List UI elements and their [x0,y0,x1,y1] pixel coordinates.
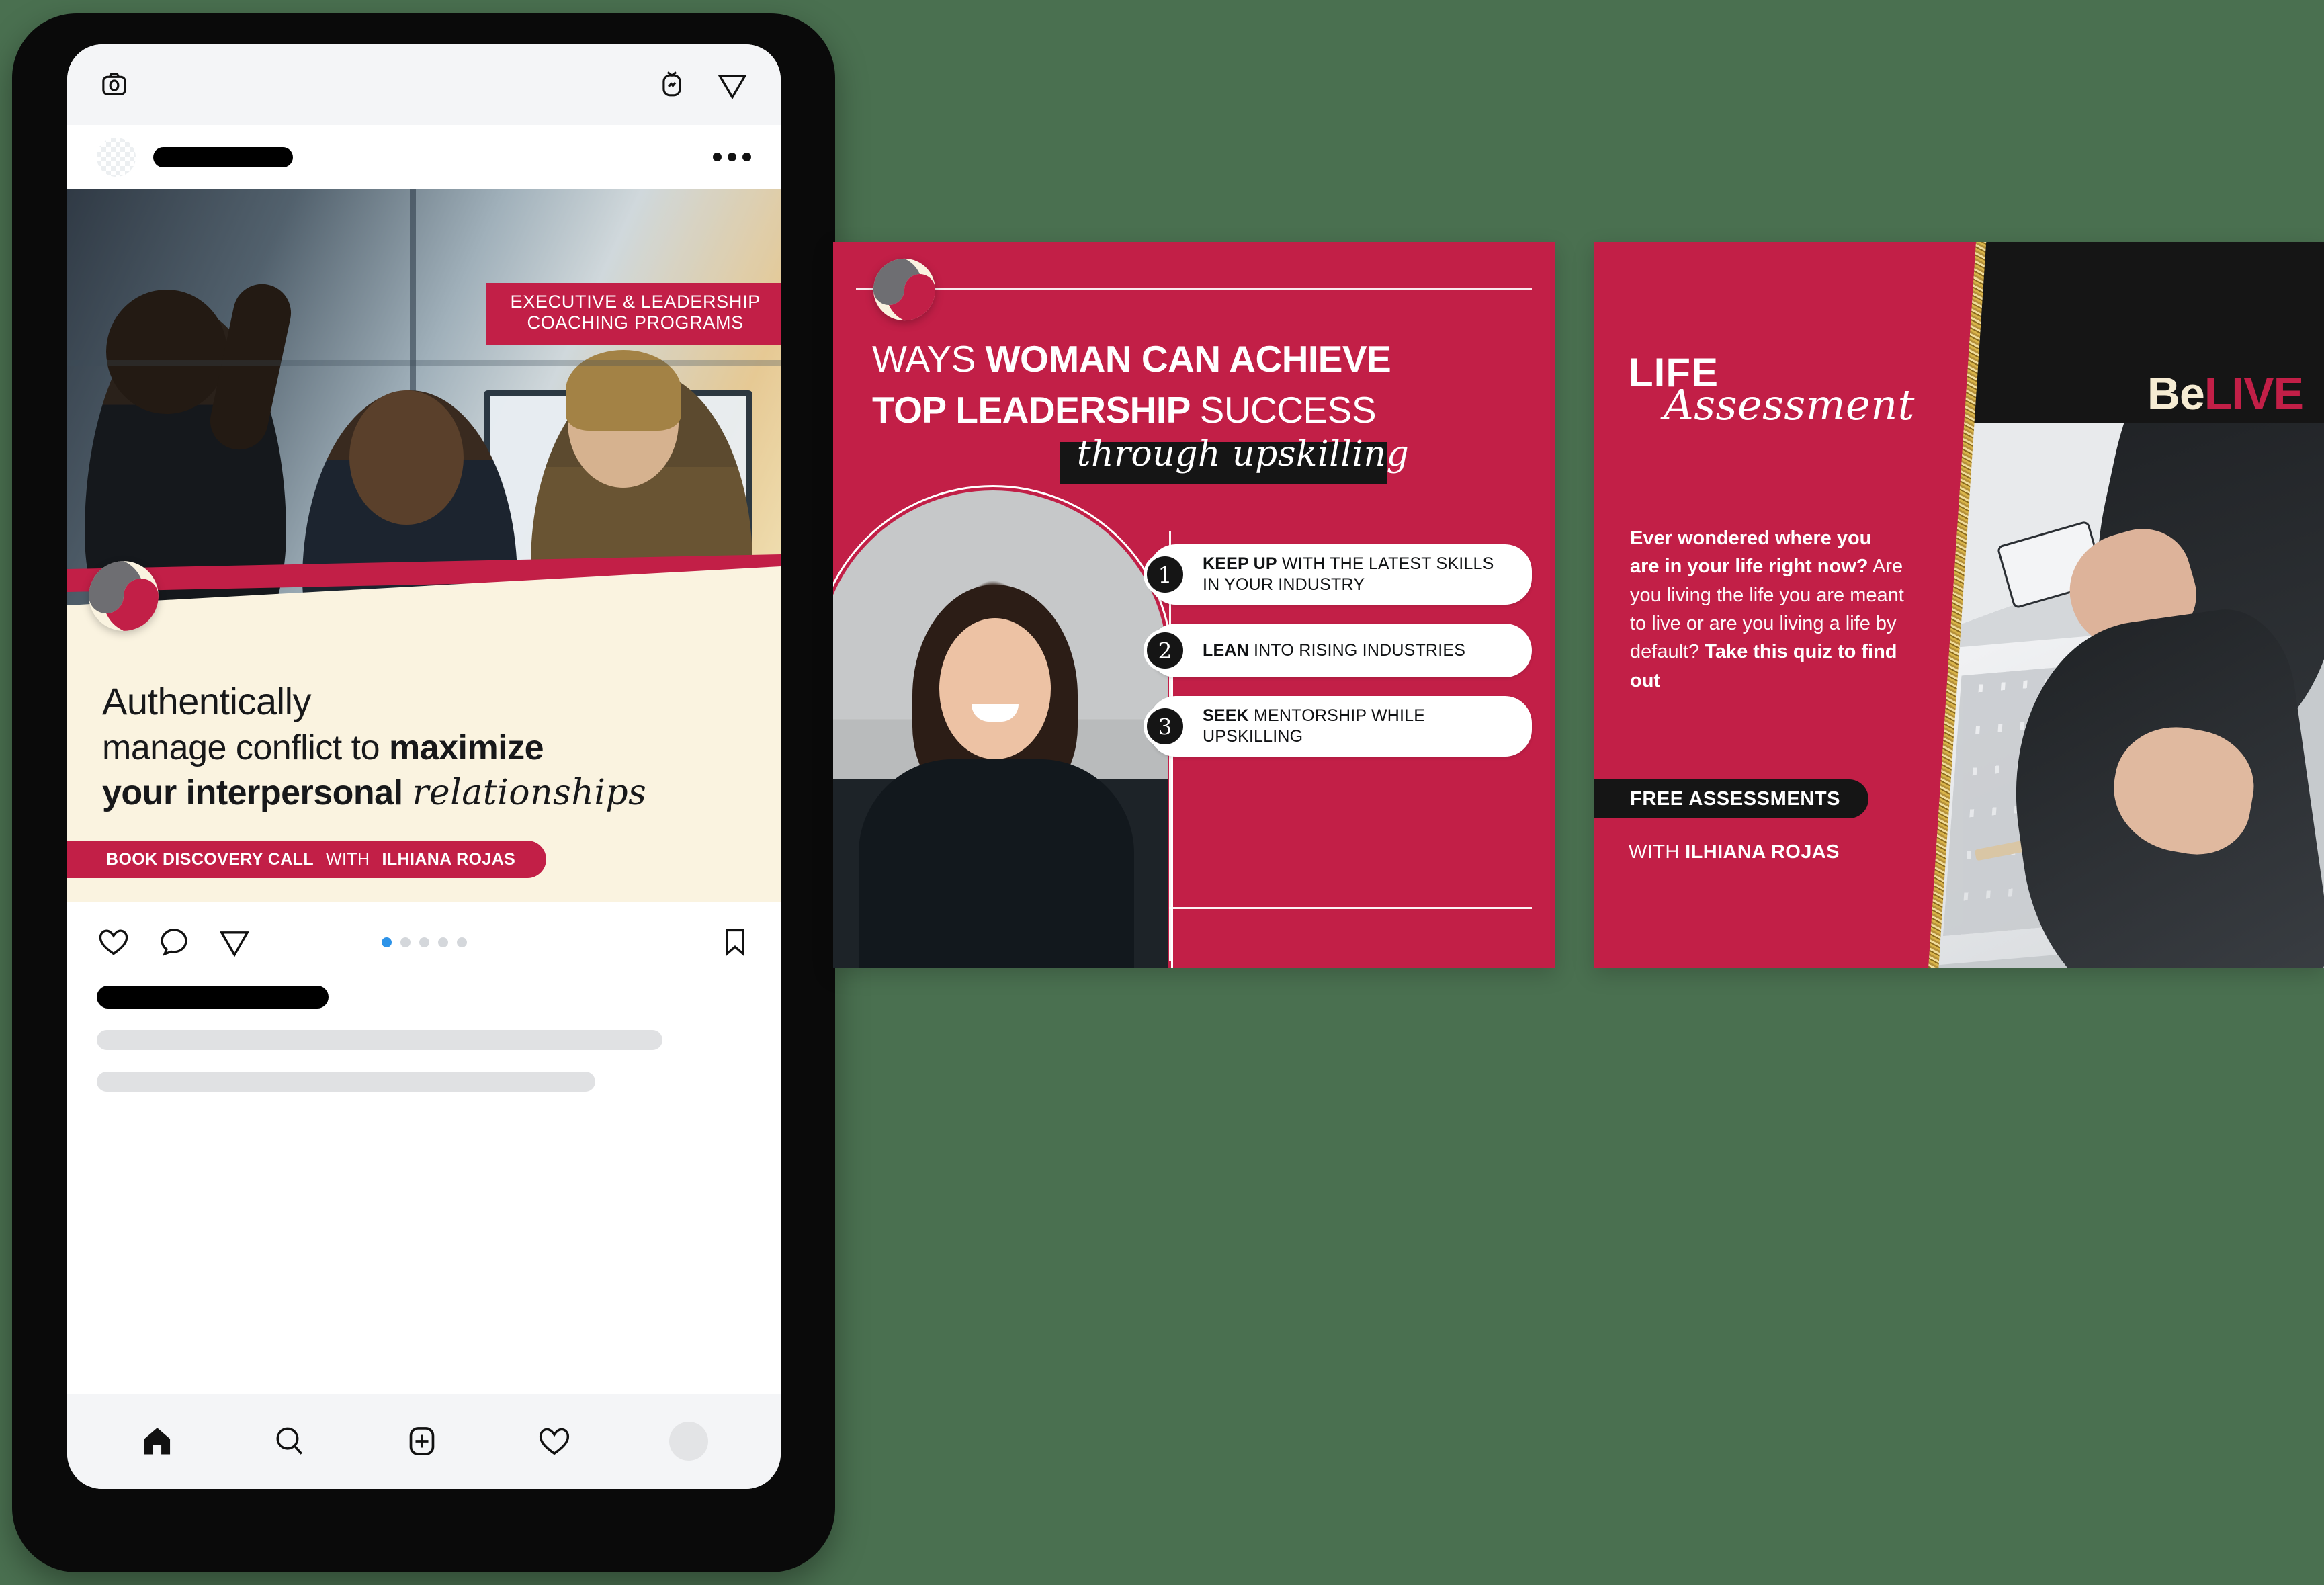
card-3-free-assessments-badge[interactable]: FREE ASSESSMENTS [1594,779,1869,818]
activity-heart-icon[interactable] [537,1424,572,1459]
more-options-icon[interactable] [713,153,751,161]
card-3-byline: WITH ILHIANA ROJAS [1629,841,1840,863]
creative-card-2: WAYS WOMAN CAN ACHIEVE TOP LEADERSHIP SU… [833,242,1555,968]
belive-wordmark-logo: BeLIVE [2147,368,2304,419]
phone-screen: EXECUTIVE & LEADERSHIP COACHING PROGRAMS… [67,44,781,1489]
list-item-number: 3 [1144,705,1187,748]
headline-line-3-script: relationships [412,773,647,814]
cta-coach-name: ILHIANA ROJAS [382,849,516,869]
caption-line-placeholder [97,1030,662,1050]
carousel-dot[interactable] [437,937,448,947]
person-head [349,390,464,525]
camera-icon[interactable] [99,70,129,99]
tag-line-2: COACHING PROGRAMS [527,312,744,333]
carousel-dot[interactable] [400,937,411,947]
body-bold-1: Ever wondered where you are in your life… [1630,527,1872,578]
headline-line-2-bold: maximize [388,728,544,767]
list-item-number: 1 [1144,553,1187,596]
headline-line-3-bold: your interpersonal [102,773,413,813]
headline-line-3: your interpersonal relationships [102,771,734,816]
list-item-bold: KEEP UP [1203,554,1277,573]
person-hair [566,350,681,431]
feed-spacer [67,1092,781,1394]
card-2-top-rule [856,288,1532,290]
heart-icon[interactable] [97,925,130,959]
title-plain: WAYS [872,338,986,380]
byline-name: ILHIANA ROJAS [1685,841,1840,863]
post-caption [67,982,781,1092]
card-3-body-text: Ever wondered where you are in your life… [1630,524,1905,695]
home-icon[interactable] [140,1424,175,1459]
caption-line-placeholder [97,1072,595,1092]
search-icon[interactable] [272,1424,307,1459]
card-2-title: WAYS WOMAN CAN ACHIEVE TOP LEADERSHIP SU… [872,336,1517,435]
list-item-rest: INTO RISING INDUSTRIES [1248,640,1466,660]
card-2-bottom-rule [1169,907,1532,909]
profile-avatar-icon[interactable] [669,1422,708,1461]
carousel-dot-active[interactable] [381,937,392,947]
list-item-text: SEEK MENTORSHIP WHILE UPSKILLING [1203,705,1513,747]
headline-line-2: manage conflict to maximize [102,726,734,771]
comment-icon[interactable] [157,925,191,959]
creative-card-1: EXECUTIVE & LEADERSHIP COACHING PROGRAMS… [67,189,781,902]
igtv-icon[interactable] [657,70,687,99]
title-bold: TOP LEADERSHIP [872,389,1200,431]
card-3-title-script: Assessment [1664,380,1916,429]
list-item[interactable]: 2 LEAN INTO RISING INDUSTRIES [1144,624,1532,677]
cta-label: BOOK DISCOVERY CALL [106,849,314,869]
headline-line-2-plain: manage conflict to [102,728,389,767]
creative-card-3: LIFE Assessment BeLIVE Ever wondered whe… [1594,242,2324,968]
bottom-navigation-bar [67,1394,781,1489]
title-bold: WOMAN CAN ACHIEVE [985,338,1391,380]
cta-with-label: WITH [326,849,370,869]
list-item[interactable]: 3 SEEK MENTORSHIP WHILE UPSKILLING [1144,696,1532,757]
card-1-headline: Authentically manage conflict to maximiz… [102,678,734,816]
card-2-title-line-1: WAYS WOMAN CAN ACHIEVE [872,336,1517,382]
post-action-bar [67,902,781,982]
caption-username-redacted [97,986,329,1009]
send-icon[interactable] [716,69,748,101]
belive-swirl-logo-icon [872,257,937,322]
list-item-text: LEAN INTO RISING INDUSTRIES [1203,640,1465,661]
add-post-icon[interactable] [404,1424,439,1459]
belive-swirl-logo-icon [87,560,160,632]
logo-be: Be [2147,368,2205,419]
list-item-text: KEEP UP WITH THE LATEST SKILLS IN YOUR I… [1203,554,1513,595]
list-item-number: 2 [1144,629,1187,672]
avatar[interactable] [97,137,136,177]
card-2-photo-ring [833,485,1173,968]
list-item-bold: LEAN [1203,640,1249,660]
card-2-script-text: through upskilling [1076,434,1410,474]
share-icon[interactable] [218,925,251,959]
title-plain: SUCCESS [1199,389,1377,431]
carousel-dot[interactable] [419,937,429,947]
card-2-title-line-2: TOP LEADERSHIP SUCCESS [872,386,1517,435]
tag-line-1: EXECUTIVE & LEADERSHIP [510,292,761,312]
username-redacted [153,146,293,167]
card-2-tips-list: 1 KEEP UP WITH THE LATEST SKILLS IN YOUR… [1144,544,1532,775]
bookmark-icon[interactable] [719,926,751,958]
list-item[interactable]: 1 KEEP UP WITH THE LATEST SKILLS IN YOUR… [1144,544,1532,605]
person-hair [106,290,227,414]
byline-with: WITH [1629,841,1686,863]
list-item-bold: SEEK [1203,706,1249,725]
headline-line-1: Authentically [102,680,312,723]
carousel-dot[interactable] [456,937,467,947]
card-1-program-tag: EXECUTIVE & LEADERSHIP COACHING PROGRAMS [486,283,781,345]
logo-live: LIVE [2204,368,2304,419]
phone-mockup: EXECUTIVE & LEADERSHIP COACHING PROGRAMS… [12,13,835,1572]
post-header [67,125,781,189]
card-1-cta-bar[interactable]: BOOK DISCOVERY CALL WITH ILHIANA ROJAS [67,841,547,878]
instagram-top-bar [67,44,781,125]
